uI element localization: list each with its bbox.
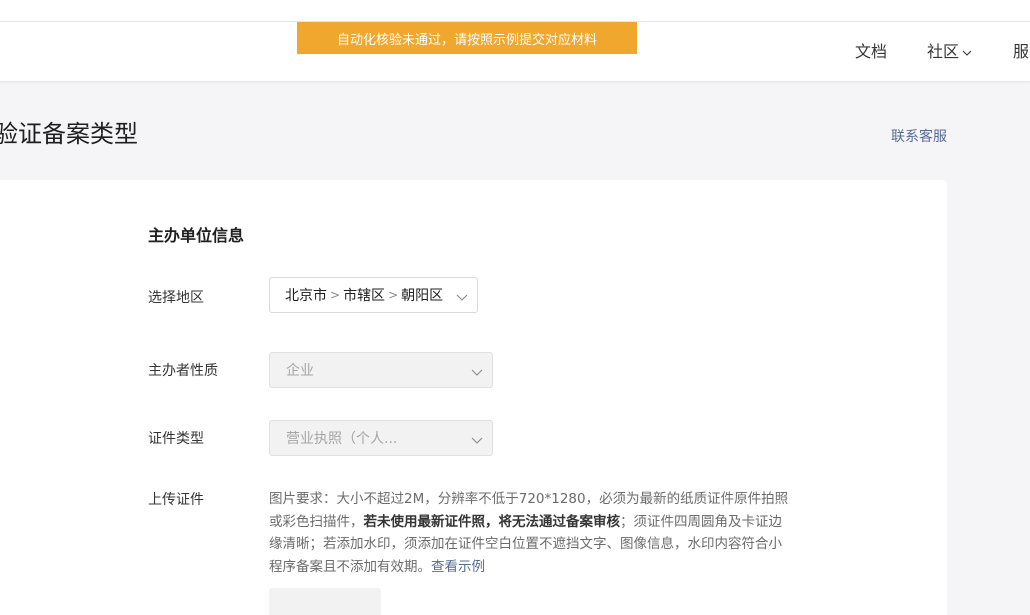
chevron-down-icon	[471, 437, 483, 444]
upload-requirements: 图片要求：大小不超过2M，分辨率不低于720*1280，必须为最新的纸质证件原件…	[269, 488, 794, 578]
view-example-link[interactable]: 查看示例	[431, 559, 485, 575]
section-title: 主办单位信息	[148, 226, 245, 245]
id-type-label: 证件类型	[148, 431, 204, 447]
upload-image-box[interactable]	[269, 588, 381, 615]
chevron-down-icon	[962, 50, 972, 56]
chevron-right-icon: >	[330, 288, 341, 302]
chevron-down-icon	[471, 369, 483, 376]
banner-text: 自动化核验未通过，请按照示例提交对应材料	[336, 32, 597, 48]
organizer-nature-select[interactable]: 企业	[269, 352, 493, 388]
upload-warning-text: 若未使用最新证件照，将无法通过备案审核	[363, 513, 621, 530]
page-title: 验证备案类型	[0, 120, 138, 148]
id-type-select[interactable]: 营业执照（个人...	[269, 420, 493, 456]
chevron-right-icon: >	[388, 288, 399, 302]
region-select[interactable]: 北京市 > 市辖区 > 朝阳区	[269, 277, 478, 313]
organizer-nature-value: 企业	[286, 363, 314, 379]
id-type-value: 营业执照（个人...	[286, 431, 398, 447]
region-label: 选择地区	[148, 290, 204, 306]
organizer-nature-label: 主办者性质	[148, 363, 218, 379]
nav-docs-link[interactable]: 文档	[855, 42, 887, 62]
nav-community-dropdown[interactable]: 社区	[927, 42, 973, 62]
nav-community-label: 社区	[927, 42, 960, 61]
top-strip	[0, 0, 1030, 22]
region-district: 朝阳区	[401, 288, 444, 304]
contact-support-link[interactable]: 联系客服	[891, 126, 947, 146]
chevron-down-icon	[456, 294, 468, 301]
upload-id-label: 上传证件	[148, 492, 204, 508]
verification-failed-banner: 自动化核验未通过，请按照示例提交对应材料	[297, 22, 637, 54]
nav-service-link[interactable]: 服	[1013, 42, 1029, 62]
region-province: 北京市	[285, 288, 327, 304]
region-city: 市辖区	[343, 288, 386, 304]
